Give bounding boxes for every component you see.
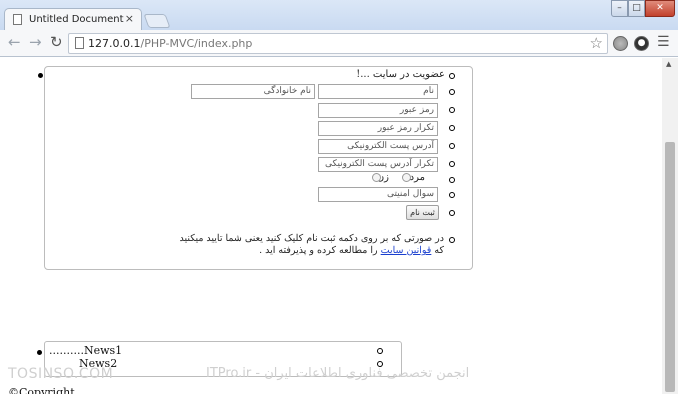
list-bullet <box>449 107 455 113</box>
copyright-text: ©Copyright <box>8 386 75 394</box>
form-heading: عضویت در سایت ...! <box>356 69 445 80</box>
watermark-left: TOSINSO.COM <box>8 366 114 382</box>
news-item[interactable]: ..........News1 <box>49 344 122 357</box>
terms-suffix: را مطالعه کرده و پذیرفته اید . <box>259 245 378 256</box>
terms-line-1: در صورتی که بر روی دکمه ثبت نام کلیک کنی… <box>179 233 444 244</box>
first-name-field[interactable]: نام <box>318 84 438 99</box>
list-bullet <box>449 89 455 95</box>
list-bullet <box>449 125 455 131</box>
list-bullet <box>37 350 42 355</box>
browser-titlebar: Untitled Document × – □ ✕ <box>0 0 678 30</box>
password-field[interactable]: رمز عبور <box>318 103 438 118</box>
url-text: 127.0.0.1/PHP-MVC/index.php <box>88 37 252 50</box>
terms-link[interactable]: قوانین سایت <box>381 245 432 256</box>
password-repeat-field[interactable]: تکرار رمز عبور <box>318 121 438 136</box>
reload-icon[interactable]: ↻ <box>50 33 63 51</box>
globe-icon[interactable] <box>613 36 628 51</box>
terms-prefix: که <box>434 245 444 256</box>
maximize-button[interactable]: □ <box>628 0 645 17</box>
browser-toolbar: ← → ↻ 127.0.0.1/PHP-MVC/index.php ☆ <box>0 30 678 57</box>
email-repeat-field[interactable]: تکرار آدرس پست الکترونیکی <box>318 157 438 172</box>
extension-icon[interactable]: ● <box>634 36 649 51</box>
last-name-field[interactable]: نام خانوادگی <box>191 84 315 99</box>
page-icon <box>75 37 84 49</box>
terms-text: در صورتی که بر روی دکمه ثبت نام کلیک کنی… <box>164 233 444 257</box>
tab-close-icon[interactable]: × <box>125 12 134 25</box>
terms-line-2: که قوانین سایت را مطالعه کرده و پذیرفته … <box>164 245 444 257</box>
watermark-right: ITPro.ir - انجمن تخصصی فناوری اطلاعات ای… <box>206 366 470 381</box>
list-bullet <box>449 237 455 243</box>
list-bullet <box>449 177 455 183</box>
browser-tab[interactable]: Untitled Document × <box>4 8 142 30</box>
scroll-thumb[interactable] <box>665 142 675 392</box>
back-icon[interactable]: ← <box>8 33 21 51</box>
email-field[interactable]: آدرس پست الکترونیکی <box>318 139 438 154</box>
forward-icon[interactable]: → <box>29 33 42 51</box>
list-bullet <box>449 161 455 167</box>
gender-female-radio[interactable] <box>372 173 381 182</box>
page-viewport: عضویت در سایت ...! نام نام خانوادگی رمز … <box>0 58 662 394</box>
page-scrollbar[interactable]: ▲ <box>662 58 678 394</box>
close-window-button[interactable]: ✕ <box>645 0 675 17</box>
url-host: 127.0.0.1 <box>88 37 141 50</box>
registration-form: عضویت در سایت ...! نام نام خانوادگی رمز … <box>44 66 473 270</box>
security-question-field[interactable]: سوال امنیتی <box>318 187 438 202</box>
menu-icon[interactable]: ☰ <box>657 34 670 50</box>
register-button[interactable]: ثبت نام <box>406 205 439 220</box>
address-bar[interactable]: 127.0.0.1/PHP-MVC/index.php ☆ <box>68 33 608 54</box>
list-bullet <box>377 348 383 354</box>
list-bullet <box>449 210 455 216</box>
list-bullet <box>38 73 43 78</box>
page-icon <box>13 14 22 25</box>
tab-title: Untitled Document <box>29 14 124 25</box>
new-tab-button[interactable] <box>143 14 171 28</box>
gender-male-radio[interactable] <box>402 173 411 182</box>
scroll-up-icon[interactable]: ▲ <box>666 60 671 68</box>
minimize-button[interactable]: – <box>611 0 628 17</box>
list-bullet <box>449 192 455 198</box>
gender-male-label: مرد <box>409 172 425 183</box>
list-bullet <box>449 73 455 79</box>
star-icon[interactable]: ☆ <box>590 34 603 52</box>
url-path: /PHP-MVC/index.php <box>140 37 253 50</box>
list-bullet <box>449 143 455 149</box>
